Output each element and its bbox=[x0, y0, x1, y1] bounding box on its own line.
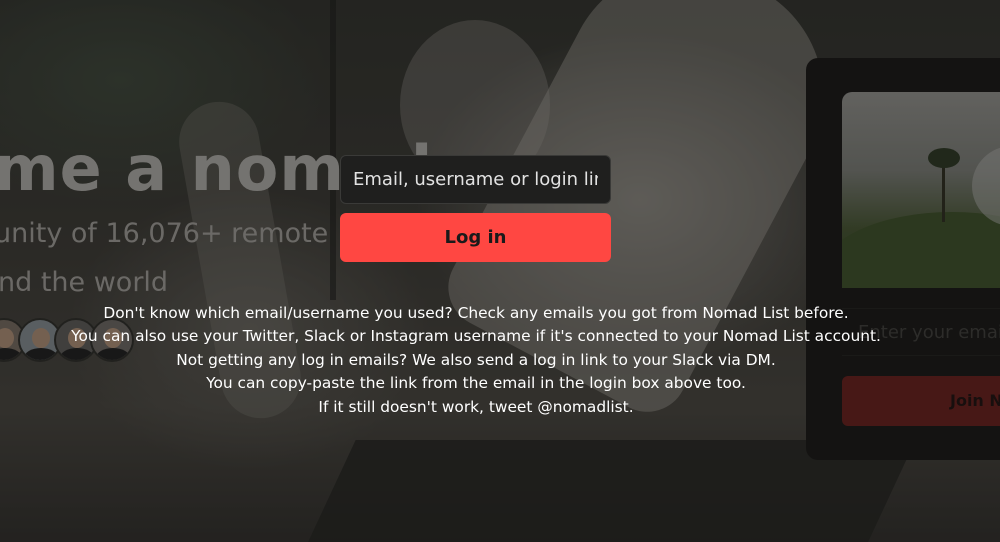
login-help-text: Don't know which email/username you used… bbox=[0, 302, 952, 419]
modal-overlay[interactable] bbox=[0, 0, 1000, 542]
help-line: You can copy-paste the link from the ema… bbox=[206, 374, 746, 393]
help-line: You can also use your Twitter, Slack or … bbox=[71, 327, 881, 346]
login-input[interactable] bbox=[340, 155, 611, 204]
help-line: Don't know which email/username you used… bbox=[103, 304, 849, 322]
help-line: If it still doesn't work, tweet @nomadli… bbox=[318, 397, 634, 416]
help-line: Not getting any log in emails? We also s… bbox=[176, 350, 776, 369]
login-button[interactable]: Log in bbox=[340, 213, 611, 262]
